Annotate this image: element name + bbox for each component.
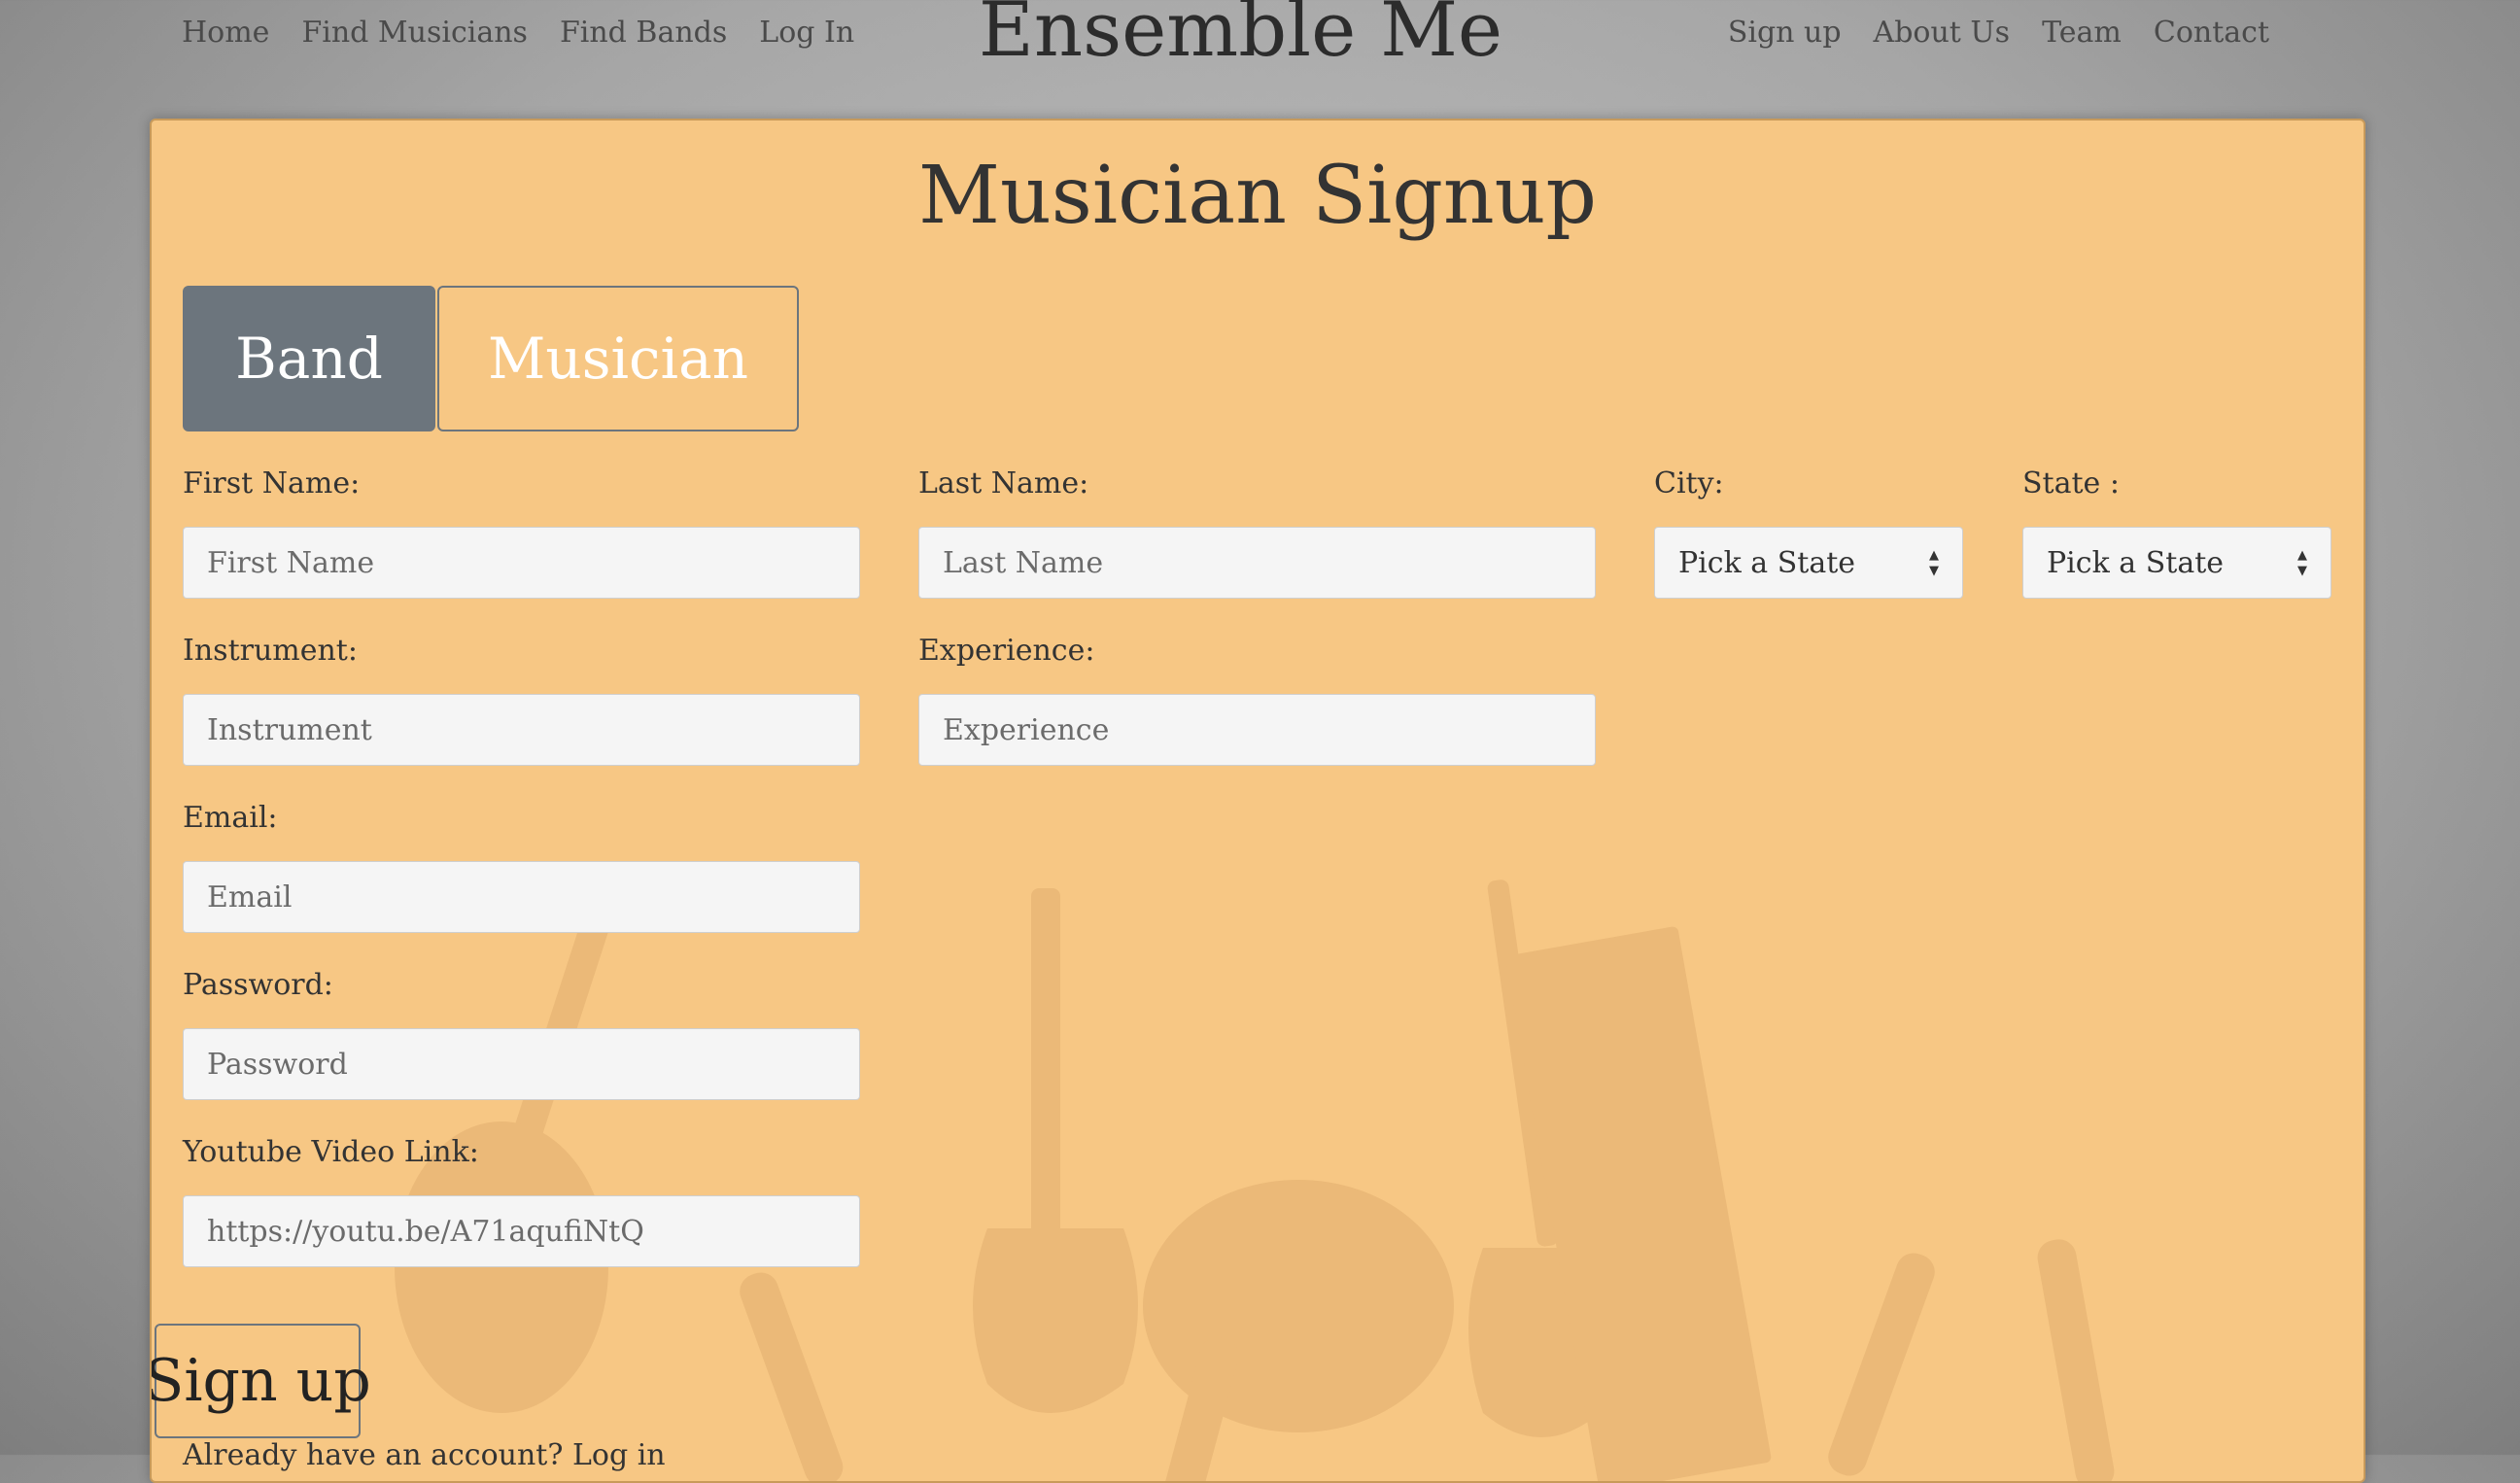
youtube-link-label: Youtube Video Link: [183,1135,479,1169]
signup-card: Musician Signup Band Musician First Name… [150,119,2365,1483]
select-arrows-icon: ▲ ▼ [2297,547,2307,578]
login-prompt-text[interactable]: Already have an account? Log in [183,1438,666,1472]
nav-team-link[interactable]: Team [2042,16,2122,50]
nav-right: Sign up About Us Team Contact [1728,16,2269,50]
account-type-toggle: Band Musician [183,286,799,431]
top-navbar: Home Find Musicians Find Bands Log In En… [0,0,2520,117]
city-select-value: Pick a State [1678,545,1856,580]
nav-sign-up-link[interactable]: Sign up [1728,16,1842,50]
musician-toggle-button[interactable]: Musician [437,286,799,431]
page-title: Musician Signup [917,150,1597,242]
state-label: State : [2022,466,2120,500]
instrument-input[interactable] [183,694,860,766]
experience-input[interactable] [918,694,1596,766]
city-select[interactable]: Pick a State ▲ ▼ [1654,527,1963,599]
state-select[interactable]: Pick a State ▲ ▼ [2022,527,2331,599]
last-name-label: Last Name: [918,466,1089,500]
last-name-input[interactable] [918,527,1596,599]
password-input[interactable] [183,1028,860,1100]
first-name-input[interactable] [183,527,860,599]
nav-about-us-link[interactable]: About Us [1874,16,2011,50]
select-arrows-icon: ▲ ▼ [1929,547,1939,578]
youtube-link-input[interactable] [183,1195,860,1267]
experience-label: Experience: [918,634,1095,668]
state-select-value: Pick a State [2047,545,2225,580]
email-label: Email: [183,801,278,835]
nav-contact-link[interactable]: Contact [2154,16,2269,50]
password-label: Password: [183,968,333,1002]
sign-up-button[interactable]: Sign up [152,1324,371,1438]
email-input[interactable] [183,861,860,933]
city-label: City: [1654,466,1724,500]
band-toggle-button[interactable]: Band [183,286,435,431]
instrument-label: Instrument: [183,634,358,668]
first-name-label: First Name: [183,466,361,500]
